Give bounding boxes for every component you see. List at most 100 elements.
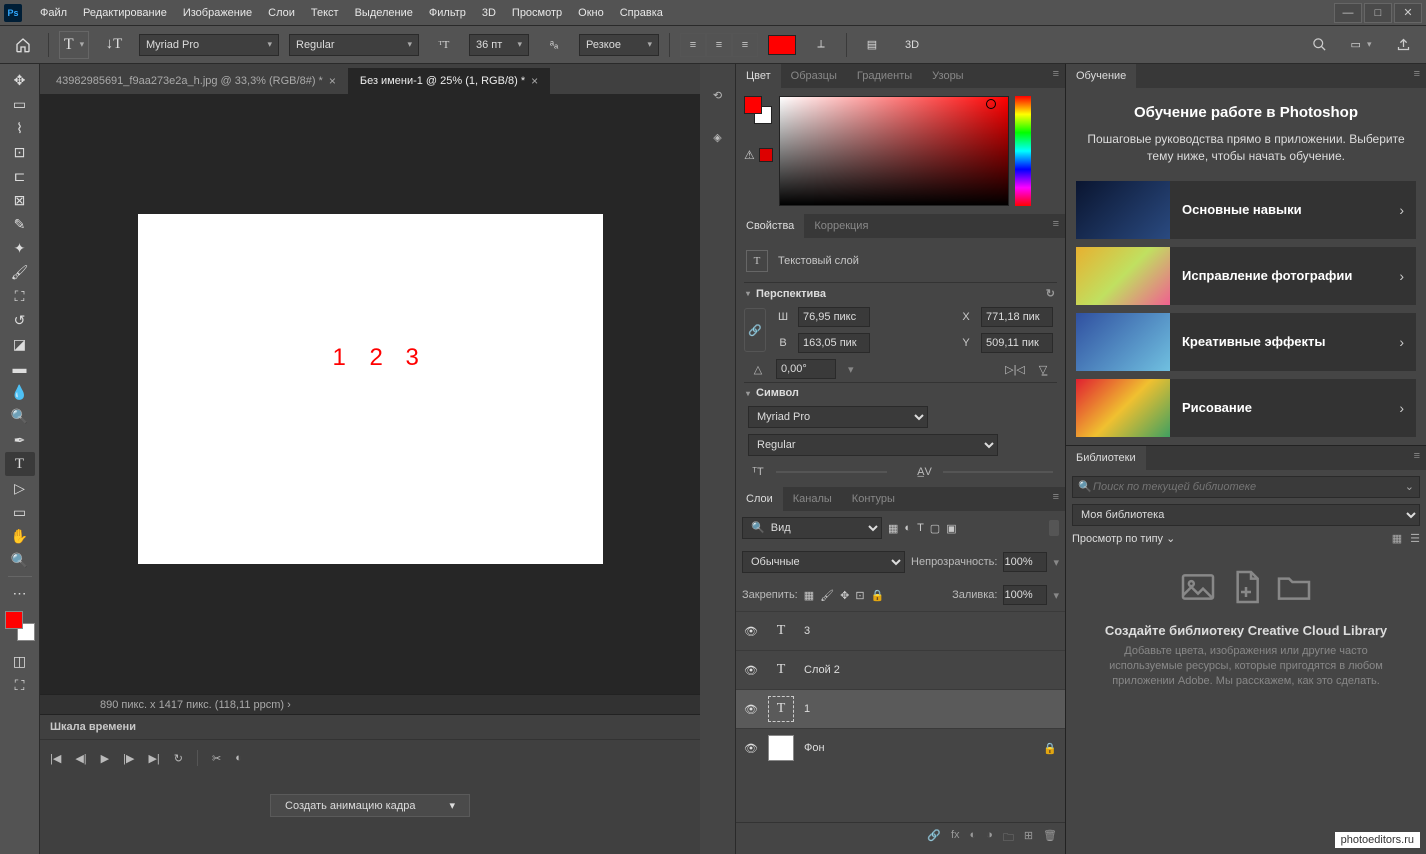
panel-menu-icon[interactable]: ≡ [1047, 64, 1065, 88]
close-icon[interactable]: × [329, 74, 336, 88]
menu-window[interactable]: Окно [570, 0, 612, 26]
char-style-dropdown[interactable]: Regular [748, 434, 998, 456]
lock-position-icon[interactable]: ✥ [840, 589, 849, 602]
visibility-toggle[interactable]: 👁 [744, 664, 758, 677]
filter-pixel-icon[interactable]: ▦ [888, 522, 898, 535]
layer-fx-icon[interactable]: fx [951, 829, 960, 848]
play-button[interactable]: ▶ [101, 752, 109, 765]
grid-view-icon[interactable]: ▦ [1392, 532, 1402, 545]
brush-tool[interactable]: 🖌 [5, 260, 35, 284]
edit-toolbar-button[interactable]: ⋯ [5, 581, 35, 605]
goto-first-button[interactable]: |◀ [50, 752, 61, 765]
frame-tool[interactable]: ⊠ [5, 188, 35, 212]
maximize-button[interactable]: □ [1364, 3, 1392, 23]
list-view-icon[interactable]: ☰ [1410, 532, 1420, 545]
text-layer-2[interactable]: 2 [370, 344, 383, 372]
delete-layer-icon[interactable]: 🗑 [1043, 829, 1057, 848]
align-right-button[interactable]: ≡ [732, 33, 758, 57]
document-tab[interactable]: 43982985691_f9aa273e2a_h.jpg @ 33,3% (RG… [44, 68, 348, 94]
close-icon[interactable]: × [531, 74, 538, 88]
filter-smart-icon[interactable]: ▣ [946, 522, 956, 535]
learn-card[interactable]: Креативные эффекты › [1076, 313, 1416, 371]
menu-select[interactable]: Выделение [347, 0, 421, 26]
quick-select-tool[interactable]: ⊡ [5, 140, 35, 164]
visibility-toggle[interactable]: 👁 [744, 703, 758, 716]
layer-name[interactable]: 1 [804, 703, 810, 715]
eraser-tool[interactable]: ◪ [5, 332, 35, 356]
lock-all-icon[interactable]: 🔒 [871, 589, 885, 602]
tracking-slider[interactable] [943, 471, 1054, 473]
menu-filter[interactable]: Фильтр [421, 0, 474, 26]
view-type-label[interactable]: Просмотр по типу ⌄ [1072, 532, 1175, 545]
next-frame-button[interactable]: |▶ [123, 752, 134, 765]
menu-edit[interactable]: Редактирование [75, 0, 175, 26]
layer-name[interactable]: 3 [804, 625, 810, 637]
text-layer-3[interactable]: 3 [406, 344, 419, 372]
align-center-button[interactable]: ≡ [706, 33, 732, 57]
font-style-dropdown[interactable]: Regular [289, 34, 419, 56]
document-tab[interactable]: Без имени-1 @ 25% (1, RGB/8) * × [348, 68, 550, 94]
menu-3d[interactable]: 3D [474, 0, 504, 26]
learn-card[interactable]: Исправление фотографии › [1076, 247, 1416, 305]
learn-tab[interactable]: Обучение [1066, 64, 1136, 88]
antialias-dropdown[interactable]: Резкое [579, 34, 659, 56]
dodge-tool[interactable]: 🔍 [5, 404, 35, 428]
history-brush-tool[interactable]: ↺ [5, 308, 35, 332]
panel-menu-icon[interactable]: ≡ [1408, 446, 1426, 470]
stamp-tool[interactable]: ⛶ [5, 284, 35, 308]
chevron-down-icon[interactable]: ⌄ [1405, 480, 1414, 493]
minimize-button[interactable]: — [1334, 3, 1362, 23]
saturation-brightness-field[interactable] [779, 96, 1009, 206]
flip-h-icon[interactable]: ▷|◁ [1005, 359, 1025, 379]
font-family-dropdown[interactable]: Myriad Pro [139, 34, 279, 56]
align-left-button[interactable]: ≡ [680, 33, 706, 57]
character-panel-button[interactable]: ▤ [857, 31, 887, 59]
lock-icon[interactable]: 🔒 [1043, 742, 1057, 755]
lock-pixels-icon[interactable]: 🖌 [820, 589, 834, 602]
flip-v-icon[interactable]: ▽̲ [1033, 359, 1053, 379]
transition-button[interactable]: ◐ [235, 752, 242, 764]
fg-swatch[interactable] [744, 96, 762, 114]
width-input[interactable] [798, 307, 870, 327]
libraries-tab[interactable]: Библиотеки [1066, 446, 1146, 470]
menu-text[interactable]: Текст [303, 0, 347, 26]
blend-mode-dropdown[interactable]: Обычные [742, 551, 905, 573]
path-select-tool[interactable]: ▷ [5, 476, 35, 500]
library-select[interactable]: Моя библиотека [1072, 504, 1420, 526]
transform-section[interactable]: Перспектива ↻ [744, 282, 1057, 304]
lasso-tool[interactable]: ⌇ [5, 116, 35, 140]
close-button[interactable]: ✕ [1394, 3, 1422, 23]
eyedropper-tool[interactable]: ✎ [5, 212, 35, 236]
filter-type-icon[interactable]: T [917, 522, 924, 534]
group-icon[interactable]: 🗀 [1003, 829, 1014, 848]
patterns-tab[interactable]: Узоры [922, 64, 973, 88]
layer-row[interactable]: 👁 T 3 [736, 611, 1065, 650]
home-button[interactable] [8, 31, 38, 59]
marquee-tool[interactable]: ▭ [5, 92, 35, 116]
angle-input[interactable] [776, 359, 836, 379]
search-icon[interactable] [1304, 31, 1334, 59]
font-size-dropdown[interactable]: 36 пт [469, 34, 529, 56]
gradients-tab[interactable]: Градиенты [847, 64, 922, 88]
font-size-slider[interactable] [776, 471, 887, 473]
shape-tool[interactable]: ▭ [5, 500, 35, 524]
text-layer-1[interactable]: 1 [333, 344, 346, 372]
adjustments-tab[interactable]: Коррекция [804, 214, 878, 238]
filter-toggle[interactable] [1049, 520, 1059, 536]
new-layer-icon[interactable]: ⊞ [1024, 829, 1033, 848]
channels-tab[interactable]: Каналы [783, 487, 842, 511]
foreground-color[interactable] [5, 611, 23, 629]
tool-indicator[interactable]: T [59, 31, 89, 59]
filter-shape-icon[interactable]: ▢ [930, 522, 940, 535]
layer-row[interactable]: 👁 T Слой 2 [736, 650, 1065, 689]
hue-slider[interactable] [1015, 96, 1031, 206]
menu-image[interactable]: Изображение [175, 0, 260, 26]
type-tool[interactable]: T [5, 452, 35, 476]
workspace-switcher[interactable]: ▭ [1346, 31, 1376, 59]
create-frame-animation-button[interactable]: Создать анимацию кадра▾ [270, 794, 470, 817]
3d-panel-icon[interactable]: ◈ [707, 126, 729, 148]
lock-artboard-icon[interactable]: ⊡ [855, 589, 864, 602]
warp-text-button[interactable]: ⟂ [806, 31, 836, 59]
fill-input[interactable] [1003, 585, 1047, 605]
move-tool[interactable]: ✥ [5, 68, 35, 92]
